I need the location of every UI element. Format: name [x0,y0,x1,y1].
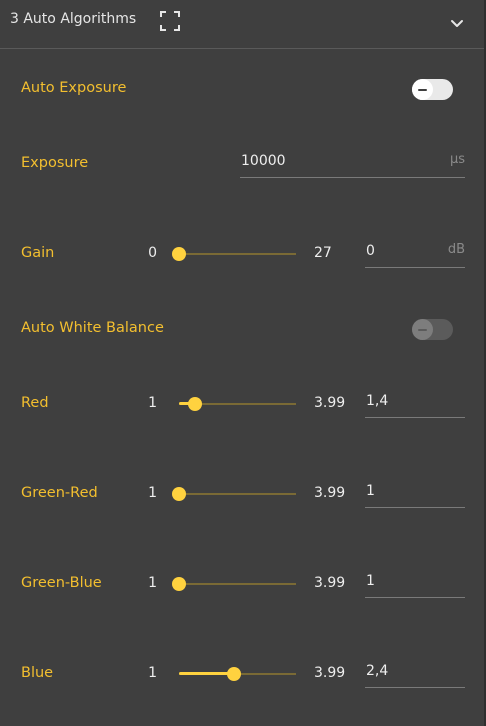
red-slider[interactable] [179,397,296,411]
green-red-label: Green-Red [21,485,98,501]
red-min: 1 [148,395,157,411]
green-blue-value: 1 [366,573,375,589]
green-blue-slider[interactable] [172,577,296,591]
toggle-minus-icon [418,328,427,331]
exposure-unit: µs [449,152,465,167]
toggle-knob [412,319,433,340]
slider-thumb[interactable] [172,247,186,261]
green-blue-max: 3.99 [314,575,346,591]
gain-field[interactable]: 0 dB [365,240,465,268]
exposure-value: 10000 [241,153,286,169]
green-red-slider[interactable] [172,487,296,501]
gain-slider[interactable] [172,247,296,261]
green-red-field[interactable]: 1 [365,480,465,508]
slider-thumb[interactable] [188,397,202,411]
toggle-knob [412,79,433,100]
slider-thumb[interactable] [227,667,241,681]
green-blue-label: Green-Blue [21,575,102,591]
green-red-max: 3.99 [314,485,346,501]
gain-min: 0 [148,245,157,261]
auto-exposure-label: Auto Exposure [21,80,127,96]
green-red-min: 1 [148,485,157,501]
gain-unit: dB [447,242,465,257]
chevron-down-icon[interactable] [449,15,465,31]
slider-track [179,493,296,495]
blue-max: 3.99 [314,665,346,681]
green-blue-min: 1 [148,575,157,591]
exposure-field[interactable]: 10000 µs [240,150,465,178]
slider-fill [179,672,234,675]
blue-min: 1 [148,665,157,681]
auto-white-balance-label: Auto White Balance [21,320,164,336]
gain-value: 0 [366,243,375,259]
gain-label: Gain [21,245,55,261]
blue-label: Blue [21,665,54,681]
gain-max: 27 [314,245,332,261]
blue-value: 2,4 [366,663,389,679]
slider-thumb[interactable] [172,487,186,501]
red-max: 3.99 [314,395,346,411]
red-value: 1,4 [366,393,389,409]
slider-track [179,583,296,585]
auto-white-balance-toggle[interactable] [412,319,453,340]
slider-thumb[interactable] [172,577,186,591]
red-field[interactable]: 1,4 [365,390,465,418]
section-header[interactable]: 3 Auto Algorithms [0,0,484,49]
green-blue-field[interactable]: 1 [365,570,465,598]
exposure-label: Exposure [21,155,89,171]
slider-track [179,253,296,255]
blue-field[interactable]: 2,4 [365,660,465,688]
auto-exposure-toggle[interactable] [412,79,453,100]
section-title: 3 Auto Algorithms [10,11,137,27]
toggle-minus-icon [418,88,427,91]
green-red-value: 1 [366,483,375,499]
blue-slider[interactable] [179,667,296,681]
red-label: Red [21,395,49,411]
expand-corners-icon[interactable] [160,11,180,31]
